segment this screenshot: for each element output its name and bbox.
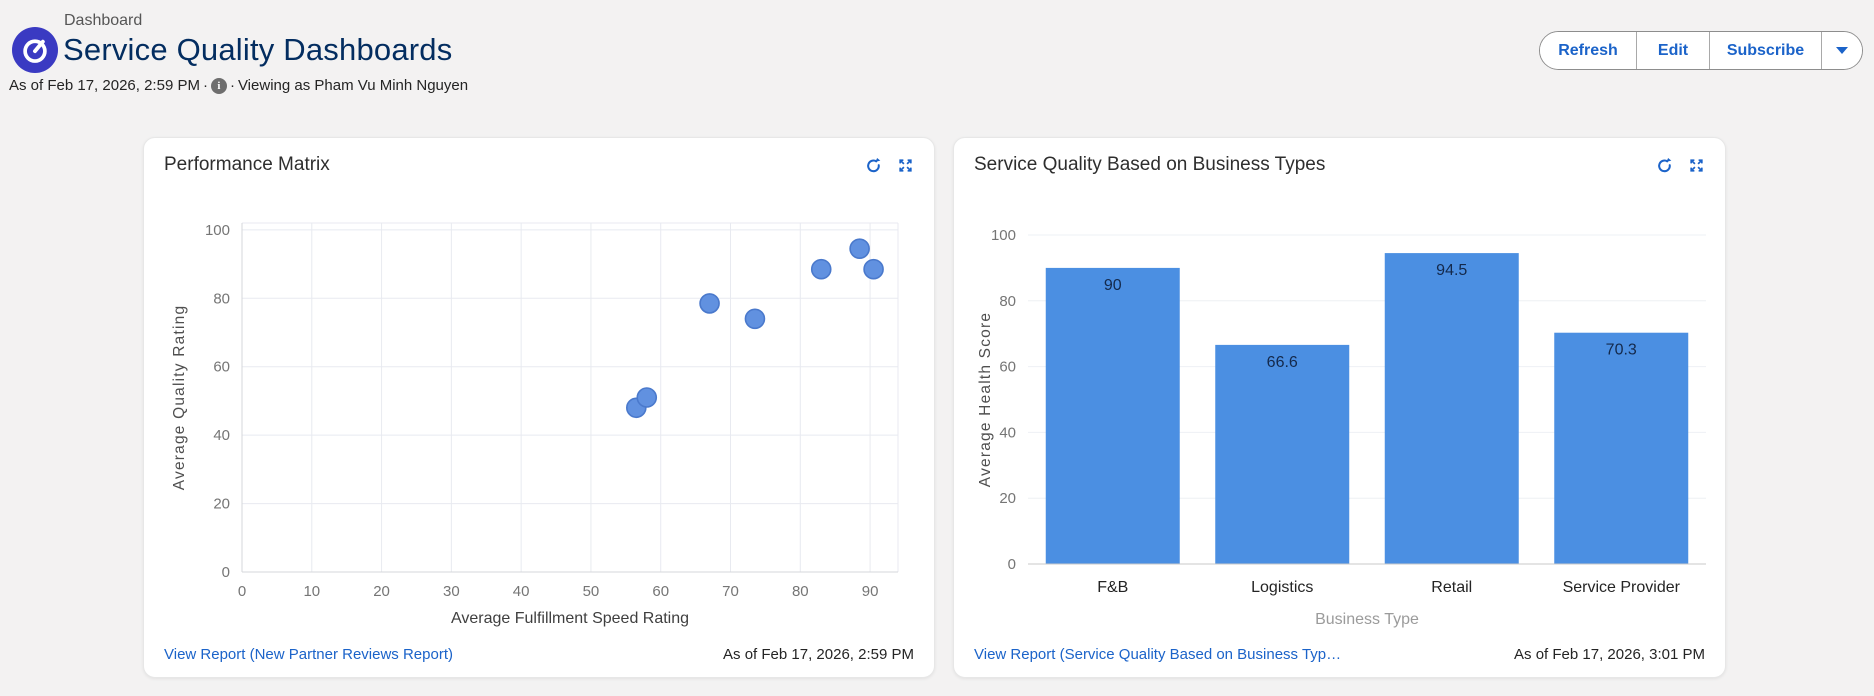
separator-dot: · xyxy=(202,77,208,94)
expand-chart-icon[interactable] xyxy=(1688,157,1705,174)
bar-logistics[interactable] xyxy=(1215,344,1350,564)
scatter-point[interactable] xyxy=(849,238,870,259)
x-category-label: F&B xyxy=(1097,579,1128,596)
scatter-point[interactable] xyxy=(863,258,884,280)
view-report-link[interactable]: View Report (New Partner Reviews Report) xyxy=(164,646,453,663)
scatter-plot-svg: 0 10 20 30 40 50 60 70 80 90 0 20 40 60 80 100 Average F… xyxy=(171,222,899,627)
bar-retail[interactable] xyxy=(1384,253,1519,564)
x-axis-title: Business Type xyxy=(1315,611,1419,628)
y-tick-label: 40 xyxy=(999,424,1016,441)
chart-title: Performance Matrix xyxy=(164,154,330,175)
x-tick-label: 10 xyxy=(303,583,320,600)
refresh-chart-icon[interactable] xyxy=(1656,157,1673,174)
performance-matrix-card: Performance Matrix 0 10 20 30 40 50 60 70 80 90 0 2… xyxy=(143,137,935,678)
x-category-label: Service Provider xyxy=(1563,579,1681,596)
service-quality-chart: 0 20 40 60 80 100 90 F&B 66.6 Logistics 94.5 Retail… xyxy=(974,198,1707,643)
chart-title: Service Quality Based on Business Types xyxy=(974,154,1326,175)
x-tick-label: 50 xyxy=(583,583,600,600)
caret-down-icon xyxy=(1836,47,1848,54)
as-of-row: As of Feb 17, 2026, 2:59 PM · i · Viewin… xyxy=(9,77,468,94)
bar-value-label: 94.5 xyxy=(1436,262,1467,279)
bar-value-label: 90 xyxy=(1104,277,1122,294)
y-tick-label: 0 xyxy=(222,564,230,581)
chart-timestamp: As of Feb 17, 2026, 3:01 PM xyxy=(1514,646,1705,663)
x-tick-label: 40 xyxy=(513,583,530,600)
scatter-point[interactable] xyxy=(636,387,658,408)
scatter-point[interactable] xyxy=(699,293,720,314)
y-axis-title: Average Quality Rating xyxy=(171,305,188,491)
y-axis-title: Average Health Score xyxy=(977,312,994,487)
separator-dot: · xyxy=(229,77,235,94)
refresh-button[interactable]: Refresh xyxy=(1540,32,1636,69)
y-tick-label: 20 xyxy=(213,496,230,513)
x-category-label: Retail xyxy=(1431,579,1472,596)
action-button-group: Refresh Edit Subscribe xyxy=(1539,31,1863,70)
info-icon[interactable]: i xyxy=(210,77,227,94)
chart-timestamp: As of Feb 17, 2026, 2:59 PM xyxy=(723,646,914,663)
scatter-point[interactable] xyxy=(810,258,832,280)
x-axis-title: Average Fulfillment Speed Rating xyxy=(451,610,689,627)
dashboard-logo-icon xyxy=(12,27,58,73)
y-tick-label: 20 xyxy=(999,490,1016,507)
bar-value-label: 70.3 xyxy=(1606,342,1637,359)
refresh-chart-icon[interactable] xyxy=(865,157,882,174)
bar-f-b[interactable] xyxy=(1045,267,1180,564)
viewing-as-text: Viewing as Pham Vu Minh Nguyen xyxy=(237,77,469,94)
edit-button[interactable]: Edit xyxy=(1636,32,1709,69)
y-tick-label: 60 xyxy=(213,359,230,376)
y-tick-label: 60 xyxy=(999,359,1016,376)
x-tick-label: 90 xyxy=(862,583,879,600)
view-report-link[interactable]: View Report (Service Quality Based on Bu… xyxy=(974,646,1341,663)
card-actions xyxy=(865,154,918,174)
card-actions xyxy=(1656,154,1709,174)
y-tick-label: 100 xyxy=(205,222,230,239)
x-tick-label: 70 xyxy=(722,583,739,600)
y-tick-label: 80 xyxy=(999,293,1016,310)
performance-matrix-chart: 0 10 20 30 40 50 60 70 80 90 0 20 40 60 80 100 Average F… xyxy=(164,193,916,640)
scatter-point[interactable] xyxy=(744,308,766,330)
subscribe-button[interactable]: Subscribe xyxy=(1709,32,1821,69)
x-tick-label: 60 xyxy=(652,583,669,600)
expand-chart-icon[interactable] xyxy=(897,157,914,174)
y-tick-label: 80 xyxy=(213,290,230,307)
x-tick-label: 0 xyxy=(238,583,246,600)
x-tick-label: 80 xyxy=(792,583,809,600)
breadcrumb: Dashboard xyxy=(64,12,143,29)
x-tick-label: 30 xyxy=(443,583,460,600)
dashboard-page: { "header": { "breadcrumb": "Dashboard",… xyxy=(0,0,1874,696)
page-title: Service Quality Dashboards xyxy=(63,32,453,67)
more-actions-button[interactable] xyxy=(1821,32,1862,69)
bar-service-provider[interactable] xyxy=(1554,332,1689,564)
bar-value-label: 66.6 xyxy=(1267,354,1298,371)
x-category-label: Logistics xyxy=(1251,579,1313,596)
bar-plot-svg: 0 20 40 60 80 100 90 F&B 66.6 Logistics 94.5 Retail… xyxy=(977,227,1706,628)
x-tick-label: 20 xyxy=(373,583,390,600)
service-quality-card: Service Quality Based on Business Types … xyxy=(953,137,1726,678)
y-tick-label: 100 xyxy=(991,227,1016,244)
as-of-text: As of Feb 17, 2026, 2:59 PM xyxy=(9,77,200,94)
y-tick-label: 40 xyxy=(213,427,230,444)
y-tick-label: 0 xyxy=(1008,556,1016,573)
